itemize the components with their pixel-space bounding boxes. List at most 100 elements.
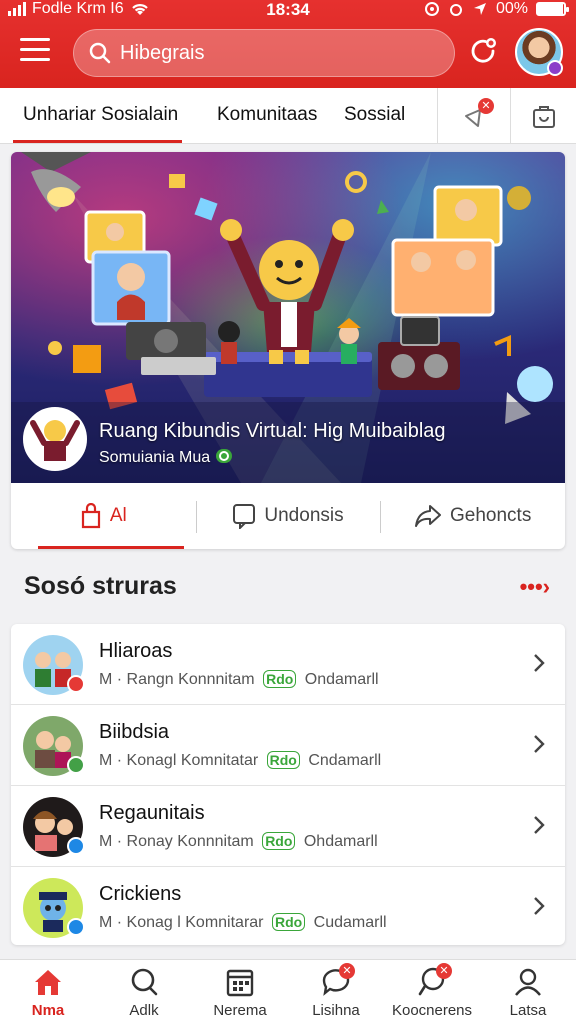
community-name: Hliaroas [99, 640, 173, 662]
menu-button[interactable] [20, 38, 50, 64]
featured-title: Ruang Kibundis Virtual: Hig Muibaiblag [99, 420, 446, 442]
verified-icon [215, 449, 232, 463]
avatar [23, 716, 85, 776]
nav-label: Lisihna [312, 1002, 360, 1019]
meta-status: Cudamarll [313, 914, 387, 931]
menu-line [20, 38, 50, 41]
alarm-icon [449, 4, 462, 16]
meta-detail: Ronay Konnnitam [126, 833, 254, 850]
status-right: 00% [424, 0, 569, 18]
search-bar[interactable] [73, 29, 455, 77]
menu-line [20, 48, 50, 51]
nav-label: Adlk [129, 1002, 159, 1019]
community-meta: M · Konag l Komnitarar Rdo Cudamarll [99, 913, 387, 931]
list-item[interactable]: Regaunitais M · Ronay Konnnitam Rdo Ohda… [11, 786, 565, 867]
battery-icon [536, 2, 569, 16]
bag-icon [532, 106, 555, 128]
home-icon [35, 970, 61, 995]
battery-percent: 00% [495, 0, 528, 17]
chevron-right-icon [534, 897, 545, 915]
menu-line [20, 58, 50, 61]
community-meta: M · Konagl Komnitatar Rdo Cndamarll [99, 751, 382, 769]
calendar-icon [226, 969, 254, 997]
conference-badge: ✕ [436, 963, 452, 979]
community-name: Crickiens [99, 883, 182, 905]
bottom-nav: Nma Adlk Nerema ✕ Lisihna ✕ Koocnerens L… [0, 959, 576, 1024]
action-undonsis[interactable]: Undonsis [195, 483, 381, 549]
meta-prefix: M [99, 752, 113, 769]
nav-label: Nerema [213, 1002, 267, 1019]
tab-bar: Unhariar Sosialain Komunitaas Sossial ✕ [0, 88, 576, 144]
refresh-icon[interactable] [467, 35, 499, 67]
meta-pill: Rdo [262, 832, 296, 850]
nav-label: Koocnerens [391, 1002, 473, 1019]
meta-detail: Konag l Komnitarar [126, 914, 264, 931]
notification-badge: ✕ [478, 98, 494, 114]
featured-actions: Al Undonsis Gehoncts [11, 483, 565, 549]
featured-card[interactable]: Ruang Kibundis Virtual: Hig Muibaiblag S… [11, 152, 565, 549]
profile-avatar[interactable] [515, 28, 563, 76]
target-icon [424, 2, 439, 16]
chevron-right-icon [534, 735, 545, 753]
logo-character-icon [27, 411, 83, 467]
meta-prefix: M [99, 833, 113, 850]
search-icon [131, 968, 158, 996]
meta-status: Ondamarll [304, 671, 379, 688]
community-name: Regaunitais [99, 802, 205, 824]
chevron-right-icon [534, 816, 545, 834]
nav-label: Latsa [509, 1002, 547, 1019]
status-dot [67, 837, 85, 855]
share-icon [415, 505, 442, 527]
meta-prefix: M [99, 671, 113, 688]
action-share-label: Gehoncts [450, 505, 532, 526]
nav-search[interactable]: Adlk [96, 960, 192, 1024]
action-all-label: Al [109, 505, 127, 526]
nav-label: Nma [31, 1002, 65, 1019]
nav-profile[interactable]: Latsa [480, 960, 576, 1024]
app-header: Fodle Krm I6 18:34 00% [0, 0, 576, 88]
action-share[interactable]: Gehoncts [380, 483, 565, 549]
list-item[interactable]: Crickiens M · Konag l Komnitarar Rdo Cud… [11, 867, 565, 945]
community-meta: M · Rangn Konnnitam Rdo Ondamarll [99, 670, 379, 688]
tab-0[interactable]: Unhariar Sosialain [12, 104, 183, 143]
search-icon [89, 42, 111, 64]
location-icon [473, 3, 486, 15]
action-all[interactable]: Al [11, 483, 196, 549]
tab-1[interactable]: Komunitaas [217, 104, 317, 126]
section-more-link[interactable]: •••› [520, 574, 550, 600]
avatar [23, 878, 85, 938]
nav-calendar[interactable]: Nerema [192, 960, 288, 1024]
bag-outline-icon [81, 503, 100, 529]
meta-status: Cndamarll [308, 752, 382, 769]
notification-button[interactable]: ✕ [437, 88, 510, 144]
square-icon [233, 504, 256, 529]
online-dot [547, 60, 563, 76]
status-bar: Fodle Krm I6 18:34 00% [0, 0, 576, 24]
meta-pill: Rdo [263, 670, 297, 688]
action-undonsis-label: Undonsis [264, 505, 344, 526]
list-item[interactable]: Hliaroas M · Rangn Konnnitam Rdo Ondamar… [11, 624, 565, 705]
avatar [23, 797, 85, 857]
featured-banner: Ruang Kibundis Virtual: Hig Muibaiblag S… [11, 152, 565, 483]
profile-icon [515, 968, 541, 996]
community-list: Hliaroas M · Rangn Konnnitam Rdo Ondamar… [11, 624, 565, 945]
tab-2[interactable]: Sossial [344, 104, 405, 126]
featured-subtitle-text: Somuiania Mua [99, 449, 211, 466]
meta-pill: Rdo [266, 751, 300, 769]
avatar [23, 635, 85, 695]
chevron-right-icon [534, 654, 545, 672]
bag-button[interactable] [510, 88, 576, 144]
status-dot [67, 675, 85, 693]
list-item[interactable]: Biibdsia M · Konagl Komnitatar Rdo Cndam… [11, 705, 565, 786]
community-name: Biibdsia [99, 721, 170, 743]
section-title: Sosó struras [24, 572, 177, 600]
nav-home[interactable]: Nma [0, 960, 96, 1024]
nav-chat[interactable]: ✕ Lisihna [288, 960, 384, 1024]
community-meta: M · Ronay Konnnitam Rdo Ohdamarll [99, 832, 378, 850]
battery-fill [538, 4, 563, 14]
community-logo [23, 407, 87, 471]
meta-status: Ohdamarll [303, 833, 378, 850]
search-input[interactable] [120, 41, 420, 65]
nav-conference[interactable]: ✕ Koocnerens [384, 960, 480, 1024]
status-dot [67, 756, 85, 774]
